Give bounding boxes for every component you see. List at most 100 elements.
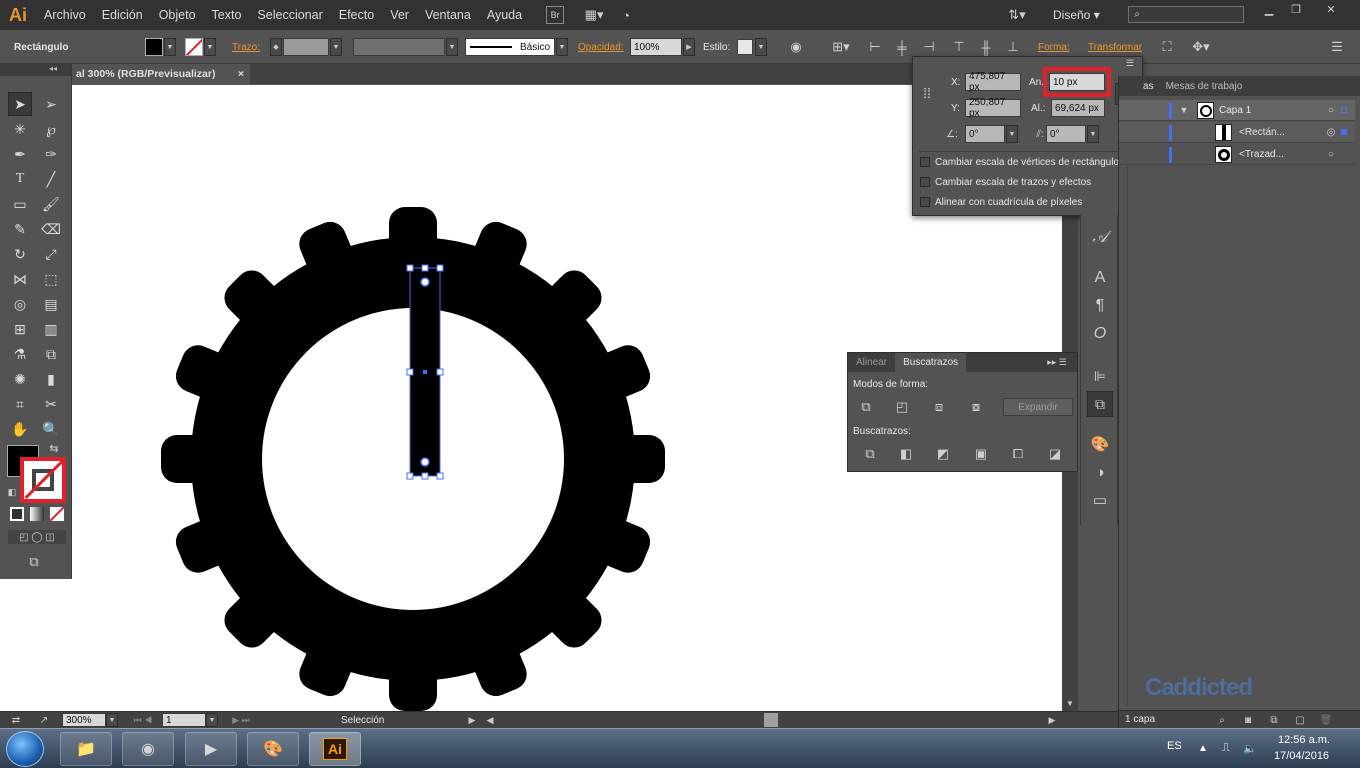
bridge-button[interactable]: Br [546,6,565,24]
horizontal-scroll-thumb[interactable] [764,713,778,727]
checkbox[interactable] [920,157,930,168]
artboard-field[interactable]: 1 [162,713,206,727]
swap-fill-stroke-icon[interactable]: ⇆ [46,441,62,455]
magic-wand-tool-icon[interactable]: ✳ [8,117,32,141]
next-artboard-icon[interactable]: ▶ ⏭ [226,713,256,727]
align-top-icon[interactable]: ⊤ [950,38,968,56]
free-transform-tool-icon[interactable]: ⬚ [39,267,63,291]
variable-width-profile[interactable] [353,38,445,56]
layer-row-path[interactable]: <Trazad... ○ [1119,144,1355,165]
mesh-tool-icon[interactable]: ⊞ [8,317,32,341]
pen-tool-icon[interactable]: ✒ [8,142,32,166]
merge-icon[interactable]: ◩ [933,445,953,463]
tab-align[interactable]: Alinear [848,357,895,368]
sync-settings-icon[interactable]: ⇅▾ [1004,6,1030,24]
stroke-swatch[interactable] [185,38,203,56]
align-hcenter-icon[interactable]: ╪ [893,38,911,56]
shear-dropdown[interactable]: ▼ [1087,125,1099,143]
color-mode-icon[interactable] [10,507,24,521]
hand-tool-icon[interactable]: ✋ [8,417,32,441]
profile-dropdown[interactable]: ▼ [446,38,458,56]
minus-back-icon[interactable]: ◪ [1045,445,1065,463]
share-icon[interactable]: ↗ [36,713,52,727]
menu-ver[interactable]: Ver [382,0,417,30]
target-icon[interactable]: ○ [1325,104,1337,116]
selected-rectangle[interactable] [406,264,444,480]
intersect-icon[interactable]: ⧈ [929,398,949,416]
gradient-tool-icon[interactable]: ▥ [39,317,63,341]
height-field[interactable]: 69,624 px [1051,99,1105,117]
align-to-selection-icon[interactable]: ⊞▾ [828,38,854,56]
y-field[interactable]: 250,807 px [965,97,1021,119]
tab-layers[interactable]: as [1119,81,1160,92]
trim-icon[interactable]: ◧ [896,445,916,463]
explorer-icon[interactable]: 📁 [60,732,112,766]
zoom-tool-icon[interactable]: 🔍 [39,417,63,441]
checkbox[interactable] [920,197,930,208]
paintbrush-tool-icon[interactable]: 🖌 [39,192,63,216]
document-tab[interactable]: al 300% (RGB/Previsualizar) × [72,64,250,84]
scale-tool-icon[interactable]: ⤢ [39,242,63,266]
stroke-weight-dropdown[interactable]: ▼ [330,38,342,56]
tools-collapse-icon[interactable]: ◂◂ [0,64,71,76]
fill-swatch[interactable] [145,38,163,56]
exclude-icon[interactable]: ⧇ [966,398,986,416]
eyedropper-tool-icon[interactable]: ⚗ [8,342,32,366]
chrome-icon[interactable]: ◉ [122,732,174,766]
shape-builder-tool-icon[interactable]: ◎ [8,292,32,316]
eraser-tool-icon[interactable]: ⌫ [39,217,63,241]
network-icon[interactable]: ⎍ [1218,741,1234,755]
line-tool-icon[interactable]: ╱ [39,167,63,191]
align-vcenter-icon[interactable]: ╫ [977,38,995,56]
stroke-weight-stepper[interactable]: ◆ [270,38,282,56]
layer-row-capa1[interactable]: ▼ Capa 1 ○ [1119,100,1355,121]
style-dropdown[interactable]: ▼ [755,38,767,56]
checkbox[interactable] [920,177,930,188]
align-bottom-icon[interactable]: ⊥ [1004,38,1022,56]
x-field[interactable]: 475,807 px [965,71,1021,93]
artboard-dropdown[interactable]: ▼ [206,713,218,727]
scroll-down-icon[interactable]: ▼ [1064,697,1076,709]
width-field[interactable]: 10 px [1049,73,1105,91]
new-sublayer-icon[interactable]: ⧉ [1267,713,1281,727]
language-indicator[interactable]: ES [1167,740,1182,752]
menu-ayuda[interactable]: Ayuda [479,0,530,30]
tab-artboards[interactable]: Mesas de trabajo [1160,81,1249,92]
opacity-field[interactable]: 100% [630,38,682,56]
status-menu-icon[interactable]: ▶ [466,713,478,727]
gradient-mode-icon[interactable] [30,507,44,521]
perspective-grid-tool-icon[interactable]: ▤ [39,292,63,316]
drawing-modes-icon[interactable]: ◰ ◯ ◫ [8,530,66,544]
shape-label[interactable]: Forma: [1038,42,1070,53]
screen-mode-icon[interactable]: ⧉ [22,554,46,570]
selection-tool-icon[interactable]: ➤ [8,92,32,116]
rectangle-tool-icon[interactable]: ▭ [8,192,32,216]
target-icon-path[interactable]: ○ [1325,148,1337,160]
align-left-icon[interactable]: ⊢ [866,38,884,56]
show-hidden-icons-icon[interactable]: ▲ [1196,741,1210,755]
rotate-dropdown[interactable]: ▼ [1006,125,1018,143]
gpu-performance-icon[interactable]: ◔ [614,8,638,23]
clock-date[interactable]: 17/04/2016 [1274,750,1329,762]
workspace-switcher[interactable]: Diseño ▾ [1053,8,1100,22]
stroke-label[interactable]: Trazo: [232,42,260,53]
character-icon[interactable]: A [1089,267,1111,289]
search-input[interactable]: ⌕ [1128,6,1244,23]
option-scale-corners[interactable]: Cambiar escala de vértices de rectángulo [920,157,1119,168]
recolor-artwork-icon[interactable]: ◉ [786,38,806,56]
paint-icon[interactable]: 🎨 [247,732,299,766]
menu-objeto[interactable]: Objeto [151,0,204,30]
default-colors-icon[interactable]: ◧ [6,486,18,498]
close-tab-icon[interactable]: × [238,68,244,80]
character-styles-icon[interactable]: 𝒜 [1089,227,1111,249]
transform-label[interactable]: Transformar [1088,42,1142,53]
minus-front-icon[interactable]: ◰ [892,398,912,416]
scroll-right-icon[interactable]: ▶ [1046,713,1058,727]
menu-texto[interactable]: Texto [204,0,250,30]
outline-icon[interactable]: ⧠ [1008,445,1028,463]
rotate-tool-icon[interactable]: ↻ [8,242,32,266]
stroke-dropdown[interactable]: ▼ [204,38,216,56]
make-clipping-mask-icon[interactable]: ◙ [1241,713,1255,727]
tab-pathfinder[interactable]: Buscatrazos [895,353,967,372]
divide-icon[interactable]: ⧉ [860,445,880,463]
